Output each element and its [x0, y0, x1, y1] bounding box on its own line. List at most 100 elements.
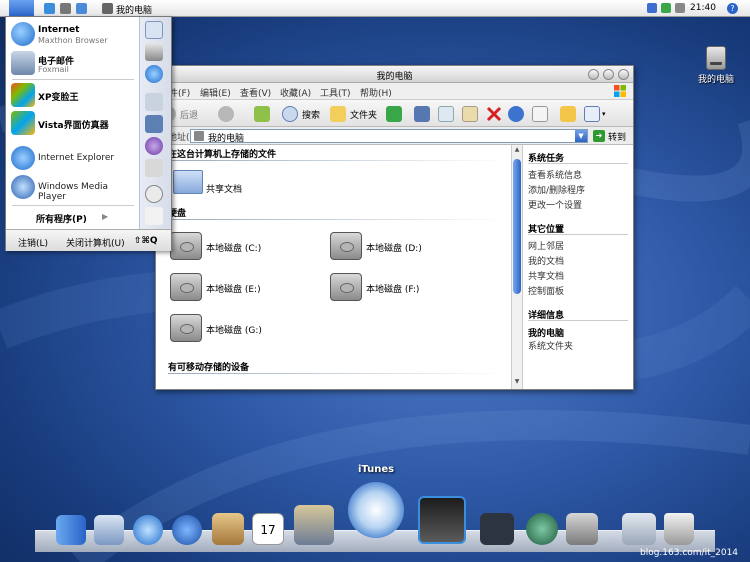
maximize-button[interactable] [603, 69, 614, 80]
menu-help[interactable]: 帮助(H) [360, 86, 392, 99]
ie-icon[interactable] [44, 3, 55, 14]
undo-button[interactable] [508, 104, 524, 124]
ie-quicklaunch-icon[interactable] [76, 3, 87, 14]
volume-icon[interactable] [675, 3, 685, 13]
sync-button[interactable] [386, 104, 402, 124]
xp-logo-icon [11, 83, 35, 107]
maxthon-icon [11, 22, 35, 46]
address-dropdown-icon[interactable]: ▼ [575, 130, 587, 142]
drive-e-label[interactable]: 本地磁盘 (E:) [206, 282, 261, 295]
scroll-thumb[interactable] [513, 159, 521, 294]
up-arrow-icon [254, 106, 270, 122]
drive-f-icon[interactable] [330, 273, 362, 301]
close-button[interactable] [618, 69, 629, 80]
desktop-icon[interactable] [60, 3, 71, 14]
imovie-icon[interactable] [418, 496, 466, 544]
iphoto-icon[interactable] [294, 505, 334, 545]
ical-icon[interactable]: 17 [252, 513, 284, 545]
drive-c-icon[interactable] [170, 232, 202, 260]
dashboard-icon[interactable] [480, 513, 514, 545]
drive-g-label[interactable]: 本地磁盘 (G:) [206, 323, 262, 336]
drive-d-label[interactable]: 本地磁盘 (D:) [366, 241, 422, 254]
time-machine-icon[interactable] [526, 513, 558, 545]
drive-c-label[interactable]: 本地磁盘 (C:) [206, 241, 261, 254]
menu-view[interactable]: 查看(V) [240, 86, 271, 99]
views-button[interactable]: ▾ [584, 104, 606, 124]
address-input[interactable]: 我的电脑 ▼ [190, 129, 588, 144]
windows-logo-icon [614, 85, 626, 97]
drive-d-icon[interactable] [330, 232, 362, 260]
window-titlebar[interactable]: 我的电脑 [156, 66, 633, 83]
view-system-info-link[interactable]: 查看系统信息 [528, 168, 582, 181]
shared-documents-link[interactable]: 共享文档 [528, 269, 564, 282]
ichat-icon[interactable] [172, 515, 202, 545]
menu-edit[interactable]: 编辑(E) [200, 86, 231, 99]
add-remove-programs-link[interactable]: 添加/删除程序 [528, 183, 585, 196]
all-programs-button[interactable]: 所有程序(P) [36, 212, 87, 225]
change-setting-link[interactable]: 更改一个设置 [528, 198, 582, 211]
help-icon[interactable]: ? [727, 3, 738, 14]
address-book-icon[interactable] [212, 513, 244, 545]
mail-icon[interactable] [94, 515, 124, 545]
start-item-internet[interactable]: Internet Maxthon Browser [8, 20, 137, 48]
finder-icon[interactable] [56, 515, 86, 545]
apple-menu-button[interactable] [9, 0, 34, 17]
logoff-button[interactable]: 注销(L) [18, 236, 48, 249]
menu-tools[interactable]: 工具(T) [320, 86, 351, 99]
documents-icon[interactable] [145, 21, 163, 39]
connections-icon[interactable] [145, 115, 163, 133]
my-documents-link[interactable]: 我的文档 [528, 254, 564, 267]
network-places-link[interactable]: 网上邻居 [528, 239, 564, 252]
clock[interactable]: 21:40 [690, 3, 716, 13]
properties-icon [532, 106, 548, 122]
network-globe-icon[interactable] [145, 65, 163, 83]
computer-icon[interactable] [145, 43, 163, 61]
up-folder-button[interactable] [254, 104, 270, 124]
trash-icon[interactable] [664, 513, 694, 545]
minimize-button[interactable] [588, 69, 599, 80]
go-label: 转到 [608, 132, 627, 143]
system-preferences-icon[interactable] [566, 513, 598, 545]
properties-button[interactable] [532, 104, 548, 124]
search-button[interactable]: 搜索 [282, 104, 320, 124]
search-icon[interactable] [145, 185, 163, 203]
copy-button[interactable] [438, 104, 454, 124]
shared-folder-icon[interactable] [173, 170, 203, 194]
hard-drive-icon [706, 46, 726, 70]
drive-e-icon[interactable] [170, 273, 202, 301]
start-item-ie[interactable]: Internet Explorer [8, 144, 137, 172]
cut-button[interactable] [414, 104, 430, 124]
item-subtitle: Foxmail [38, 65, 69, 74]
antivirus-icon[interactable] [661, 3, 671, 13]
help-support-icon[interactable] [145, 137, 163, 155]
window-title: 我的电脑 [376, 72, 413, 82]
go-button[interactable]: ➜ 转到 [593, 129, 626, 143]
safari-icon[interactable] [133, 515, 163, 545]
printer-icon[interactable] [145, 159, 163, 177]
start-item-wmp[interactable]: Windows Media Player [8, 173, 137, 202]
menu-favorites[interactable]: 收藏(A) [280, 86, 311, 99]
drive-f-label[interactable]: 本地磁盘 (F:) [366, 282, 419, 295]
itunes-icon[interactable] [348, 482, 404, 538]
forward-button[interactable] [218, 104, 234, 124]
control-panel-icon[interactable] [145, 93, 163, 111]
paste-button[interactable] [462, 104, 478, 124]
network-icon[interactable] [647, 3, 657, 13]
scroll-up-icon[interactable]: ▲ [512, 146, 522, 156]
desktop-my-computer[interactable]: 我的电脑 [692, 46, 740, 85]
start-item-xp-changer[interactable]: XP变脸王 [8, 81, 137, 109]
downloads-stack-icon[interactable] [622, 513, 656, 545]
vertical-scrollbar[interactable]: ▲ ▼ [511, 145, 522, 389]
control-panel-link[interactable]: 控制面板 [528, 284, 564, 297]
favorites-button[interactable] [560, 104, 576, 124]
folders-button[interactable]: 文件夹 [330, 104, 377, 124]
delete-button[interactable] [486, 104, 502, 124]
run-icon[interactable] [145, 207, 163, 225]
scroll-down-icon[interactable]: ▼ [512, 378, 522, 388]
shared-docs-label[interactable]: 共享文档 [206, 182, 242, 195]
drive-g-icon[interactable] [170, 314, 202, 342]
active-window-title: 我的电脑 [116, 6, 153, 16]
start-item-email[interactable]: 电子邮件 Foxmail [8, 49, 137, 77]
start-item-vista-emulator[interactable]: Vista界面仿真器 [8, 109, 137, 137]
shutdown-button[interactable]: 关闭计算机(U) [66, 236, 125, 249]
